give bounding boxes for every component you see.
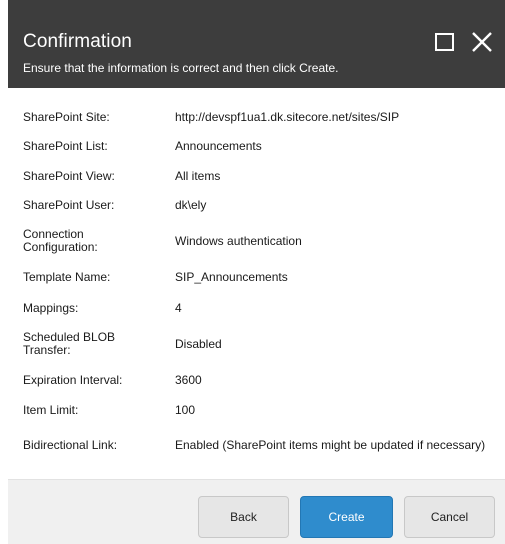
field-value: dk\ely xyxy=(175,198,207,212)
dialog-title: Confirmation xyxy=(23,31,132,52)
dialog-footer: Back Create Cancel xyxy=(8,479,505,544)
field-value: All items xyxy=(175,169,221,183)
cancel-button[interactable]: Cancel xyxy=(404,496,495,538)
field-value: 4 xyxy=(175,301,182,315)
field-label: SharePoint List: xyxy=(23,138,108,153)
row-mappings: Mappings: 4 xyxy=(8,299,505,317)
field-label: Mappings: xyxy=(23,300,79,315)
row-item-limit: Item Limit: 100 xyxy=(8,401,505,419)
row-sharepoint-list: SharePoint List: Announcements xyxy=(8,137,505,155)
field-value: Announcements xyxy=(175,139,262,153)
field-label: Item Limit: xyxy=(23,402,79,417)
row-bidirectional-link: Bidirectional Link: Enabled (SharePoint … xyxy=(8,430,505,460)
dialog-content: SharePoint Site: http://devspf1ua1.dk.si… xyxy=(8,88,505,479)
row-scheduled-blob-transfer: Scheduled BLOB Transfer: Disabled xyxy=(8,330,505,358)
field-label: Scheduled BLOB Transfer: xyxy=(23,330,116,357)
field-label: Bidirectional Link: xyxy=(23,437,118,452)
field-label: SharePoint View: xyxy=(23,168,115,183)
maximize-icon xyxy=(435,33,454,51)
field-label: Expiration Interval: xyxy=(23,372,123,387)
row-connection-configuration: Connection Configuration: Windows authen… xyxy=(8,227,505,255)
row-expiration-interval: Expiration Interval: 3600 xyxy=(8,371,505,389)
field-value: Windows authentication xyxy=(175,234,302,248)
back-button[interactable]: Back xyxy=(198,496,289,538)
field-value: 100 xyxy=(175,403,196,417)
close-icon xyxy=(472,32,492,52)
field-label: Connection Configuration: xyxy=(23,227,98,254)
maximize-button[interactable] xyxy=(433,30,457,54)
field-value: 3600 xyxy=(175,373,202,387)
field-value: Enabled (SharePoint items might be updat… xyxy=(175,438,486,452)
field-value: SIP_Announcements xyxy=(175,270,288,284)
field-label: Template Name: xyxy=(23,269,111,284)
row-sharepoint-site: SharePoint Site: http://devspf1ua1.dk.si… xyxy=(8,108,505,126)
field-label: SharePoint User: xyxy=(23,197,115,212)
row-template-name: Template Name: SIP_Announcements xyxy=(8,268,505,286)
field-value: Disabled xyxy=(175,337,222,351)
dialog-subtitle: Ensure that the information is correct a… xyxy=(23,61,339,75)
close-button[interactable] xyxy=(470,30,494,54)
row-sharepoint-view: SharePoint View: All items xyxy=(8,167,505,185)
field-label: SharePoint Site: xyxy=(23,109,110,124)
create-button[interactable]: Create xyxy=(300,496,393,538)
confirmation-dialog: Confirmation Ensure that the information… xyxy=(8,0,505,544)
row-sharepoint-user: SharePoint User: dk\ely xyxy=(8,196,505,214)
dialog-titlebar: Confirmation Ensure that the information… xyxy=(8,0,505,88)
field-value: http://devspf1ua1.dk.sitecore.net/sites/… xyxy=(175,110,400,124)
